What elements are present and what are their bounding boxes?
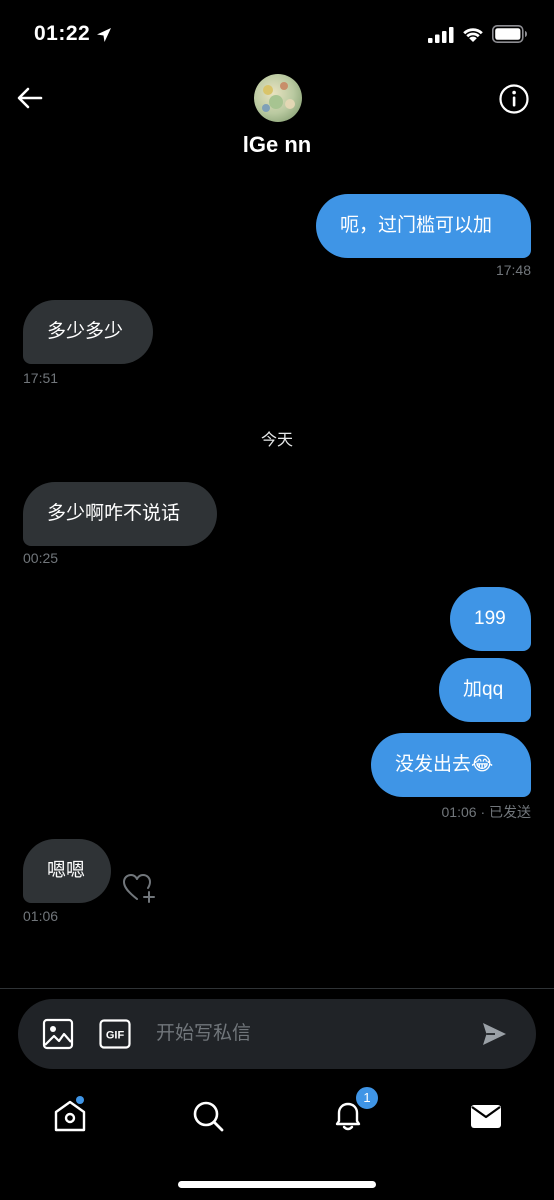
wifi-icon: [463, 28, 483, 42]
avatar[interactable]: [254, 74, 302, 122]
home-icon[interactable]: [50, 1096, 90, 1136]
message-bubble-incoming[interactable]: 多少啊咋不说话: [23, 482, 217, 546]
home-indicator[interactable]: [178, 1181, 376, 1188]
status-time: 01:22: [34, 22, 91, 45]
message-status: 01:06 · 已发送: [441, 804, 531, 820]
day-separator: 今天: [260, 432, 293, 449]
back-arrow-icon[interactable]: [14, 82, 46, 114]
gif-icon[interactable]: GIF: [99, 1019, 131, 1049]
message-composer: GIF: [18, 999, 536, 1069]
home-notification-dot: [76, 1096, 84, 1104]
bottom-nav: 1: [0, 1085, 554, 1150]
mail-icon[interactable]: [466, 1096, 506, 1136]
message-bubble-incoming[interactable]: 多少多少: [23, 300, 153, 364]
message-bubble-outgoing[interactable]: 199: [450, 587, 531, 651]
status-bar: 01:22: [0, 0, 554, 70]
message-bubble-outgoing[interactable]: 没发出去😂: [371, 733, 531, 797]
notification-badge: 1: [354, 1085, 380, 1111]
search-icon[interactable]: [188, 1096, 228, 1136]
image-icon[interactable]: [42, 1018, 74, 1050]
message-timestamp: 17:48: [495, 262, 531, 278]
divider: [0, 988, 554, 989]
send-icon[interactable]: [480, 1020, 508, 1048]
gif-label: GIF: [106, 1030, 125, 1042]
message-bubble-outgoing[interactable]: 加qq: [439, 658, 531, 722]
location-arrow-icon: [97, 28, 111, 42]
contact-name[interactable]: lGe nn: [0, 132, 554, 158]
message-timestamp: 01:06: [23, 908, 59, 924]
message-bubble-incoming[interactable]: 嗯嗯: [23, 839, 111, 903]
signal-icon: [428, 27, 454, 43]
message-timestamp: 00:25: [23, 550, 59, 566]
message-bubble-outgoing[interactable]: 呃，过门槛可以加: [316, 194, 531, 258]
message-timestamp: 17:51: [23, 370, 59, 386]
heart-plus-icon[interactable]: [122, 872, 156, 904]
conversation-header: lGe nn: [0, 70, 554, 170]
battery-icon: [492, 25, 527, 43]
info-icon[interactable]: [498, 83, 530, 115]
message-input[interactable]: [156, 1016, 456, 1052]
avatar-image: [262, 82, 295, 112]
